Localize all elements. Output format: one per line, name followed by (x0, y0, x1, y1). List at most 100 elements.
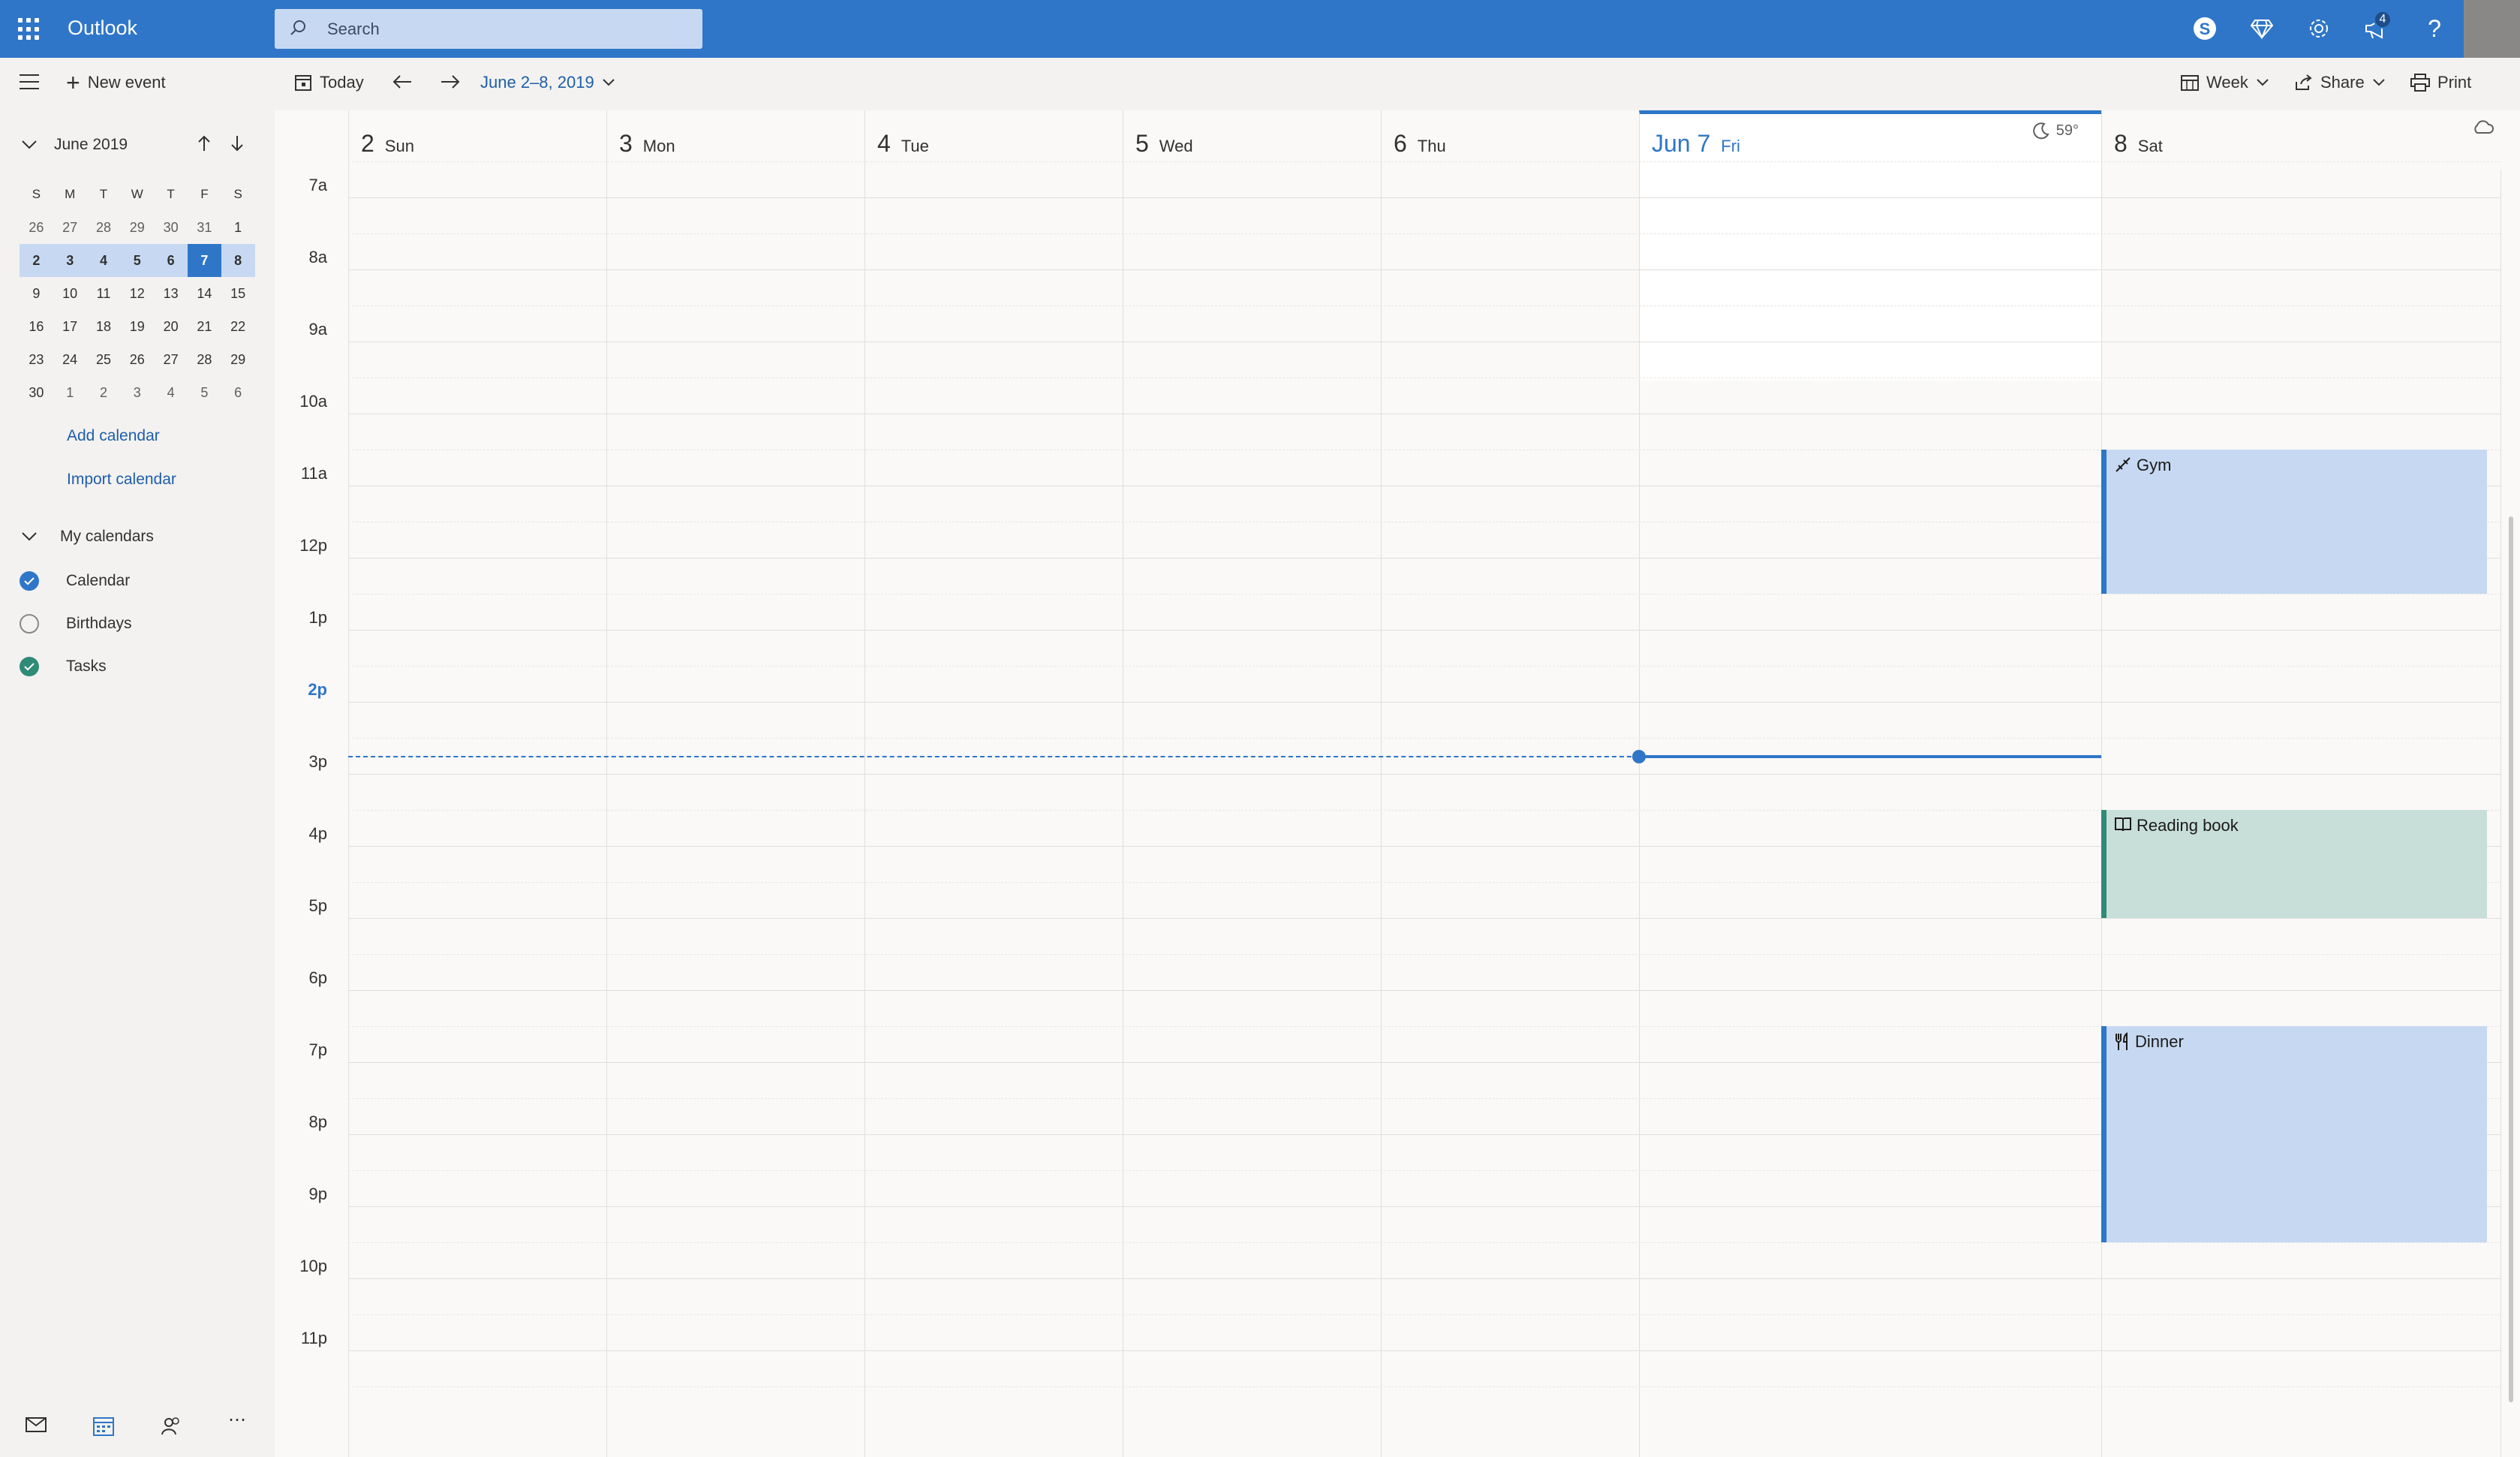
mini-calendar-day[interactable]: 22 (221, 310, 255, 343)
mini-calendar-next-button[interactable] (230, 134, 245, 157)
mini-calendar-day[interactable]: 9 (20, 277, 53, 310)
mini-calendar-day[interactable]: 6 (154, 244, 188, 277)
mail-icon[interactable] (26, 1416, 47, 1437)
new-event-button[interactable]: + New event (66, 71, 166, 95)
date-range-picker[interactable]: June 2–8, 2019 (480, 73, 615, 92)
mini-calendar-day[interactable]: 28 (188, 343, 221, 376)
mini-calendar-day[interactable]: 16 (20, 310, 53, 343)
hour-label: 9a (308, 320, 327, 339)
mini-calendar-day[interactable]: 29 (120, 211, 154, 244)
checkmark-icon[interactable] (20, 657, 39, 676)
mini-calendar-day[interactable]: 17 (53, 310, 87, 343)
scrollbar-thumb[interactable] (2509, 516, 2513, 1402)
mini-calendar-day[interactable]: 1 (53, 376, 87, 409)
print-button[interactable]: Print (2410, 73, 2471, 92)
app-name[interactable]: Outlook (68, 17, 137, 40)
top-bar: Outlook Search S 4 ? (0, 0, 2520, 58)
settings-gear-icon[interactable] (2304, 14, 2334, 44)
mini-calendar-day[interactable]: 8 (221, 244, 255, 277)
weather-forecast[interactable]: 59° (2032, 122, 2079, 140)
mini-calendar-day[interactable]: 19 (120, 310, 154, 343)
day-number: 4 (877, 130, 891, 157)
mini-calendar-day[interactable]: 27 (154, 343, 188, 376)
chevron-down-icon[interactable] (21, 140, 38, 150)
mini-calendar-day[interactable]: 23 (20, 343, 53, 376)
mini-calendar-day[interactable]: 21 (188, 310, 221, 343)
mini-calendar-day[interactable]: 13 (154, 277, 188, 310)
mini-calendar-day[interactable]: 25 (87, 343, 121, 376)
premium-diamond-icon[interactable] (2247, 14, 2277, 44)
mini-calendar-day[interactable]: 30 (20, 376, 53, 409)
print-label: Print (2437, 73, 2472, 92)
mini-calendar-day[interactable]: 3 (53, 244, 87, 277)
unchecked-circle-icon[interactable] (20, 614, 39, 634)
share-button[interactable]: Share (2295, 73, 2386, 92)
scrollbar[interactable] (2506, 171, 2515, 1457)
day-name: Thu (1417, 137, 1446, 155)
mini-calendar-day[interactable]: 26 (120, 343, 154, 376)
hour-label: 9p (308, 1185, 327, 1203)
mini-calendar-day[interactable]: 3 (120, 376, 154, 409)
mini-calendar-day[interactable]: 1 (221, 211, 255, 244)
more-icon[interactable]: ⋯ (228, 1409, 246, 1431)
mini-calendar-day[interactable]: 20 (154, 310, 188, 343)
mini-calendar-day[interactable]: 18 (87, 310, 121, 343)
checkmark-icon[interactable] (20, 571, 39, 591)
view-label: Week (2206, 73, 2248, 92)
event-gym[interactable]: Gym (2101, 450, 2487, 594)
help-icon[interactable]: ? (2419, 14, 2449, 44)
half-hour-gridline (348, 161, 2500, 162)
mini-calendar-today[interactable]: 7 (187, 244, 221, 277)
event-dinner[interactable]: Dinner (2101, 1026, 2487, 1242)
calendar-item-birthdays[interactable]: Birthdays (20, 614, 132, 634)
skype-icon[interactable]: S (2190, 14, 2220, 44)
event-reading-book[interactable]: Reading book (2101, 810, 2487, 918)
mini-calendar-day[interactable]: 4 (154, 376, 188, 409)
hour-label: 3p (308, 752, 327, 771)
hamburger-menu-icon[interactable] (20, 74, 39, 95)
calendar-icon[interactable] (93, 1416, 114, 1441)
mini-calendar-day[interactable]: 12 (120, 277, 154, 310)
today-button[interactable]: Today (294, 73, 364, 92)
next-week-button[interactable] (440, 73, 461, 91)
mini-calendar-day[interactable]: 26 (20, 211, 53, 244)
mini-calendar-day[interactable]: 2 (87, 376, 121, 409)
left-pane: June 2019 S M T W T F S 26 27 28 29 30 3… (0, 110, 275, 1457)
mini-calendar-day[interactable]: 2 (20, 244, 53, 277)
waffle-icon[interactable] (18, 18, 41, 41)
mini-calendar-week: 16 17 18 19 20 21 22 (20, 310, 255, 343)
calendar-item-tasks[interactable]: Tasks (20, 657, 107, 676)
people-icon[interactable] (161, 1416, 182, 1441)
moon-icon (2032, 122, 2049, 140)
mini-calendar-day[interactable]: 4 (87, 244, 121, 277)
mini-calendar-prev-button[interactable] (197, 134, 212, 157)
mini-calendar-month[interactable]: June 2019 (54, 136, 128, 154)
day-name: Tue (901, 137, 929, 155)
mini-calendar-day[interactable]: 14 (188, 277, 221, 310)
mini-calendar-day[interactable]: 5 (188, 376, 221, 409)
mini-calendar-day[interactable]: 15 (221, 277, 255, 310)
mini-calendar-day[interactable]: 11 (87, 277, 121, 310)
mini-calendar-day[interactable]: 31 (188, 211, 221, 244)
view-switcher[interactable]: Week (2181, 73, 2269, 92)
mini-calendar-day[interactable]: 10 (53, 277, 87, 310)
search-input[interactable]: Search (275, 9, 702, 49)
megaphone-icon[interactable]: 4 (2362, 11, 2392, 44)
my-calendars-section[interactable]: My calendars (21, 528, 154, 546)
mini-calendar-day[interactable]: 6 (221, 376, 255, 409)
import-calendar-link[interactable]: Import calendar (67, 471, 176, 489)
share-label: Share (2320, 73, 2365, 92)
day-number: 2 (361, 130, 374, 157)
mini-calendar-day[interactable]: 27 (53, 211, 87, 244)
mini-calendar-day[interactable]: 30 (154, 211, 188, 244)
avatar[interactable] (2464, 0, 2520, 58)
calendar-item-calendar[interactable]: Calendar (20, 571, 130, 591)
previous-week-button[interactable] (392, 73, 413, 91)
hour-gridline (348, 990, 2500, 991)
mini-calendar-day[interactable]: 24 (53, 343, 87, 376)
mini-calendar-day[interactable]: 5 (120, 244, 154, 277)
add-calendar-link[interactable]: Add calendar (67, 427, 160, 445)
mini-calendar-day[interactable]: 28 (87, 211, 121, 244)
weekday-label: S (233, 187, 242, 201)
mini-calendar-day[interactable]: 29 (221, 343, 255, 376)
